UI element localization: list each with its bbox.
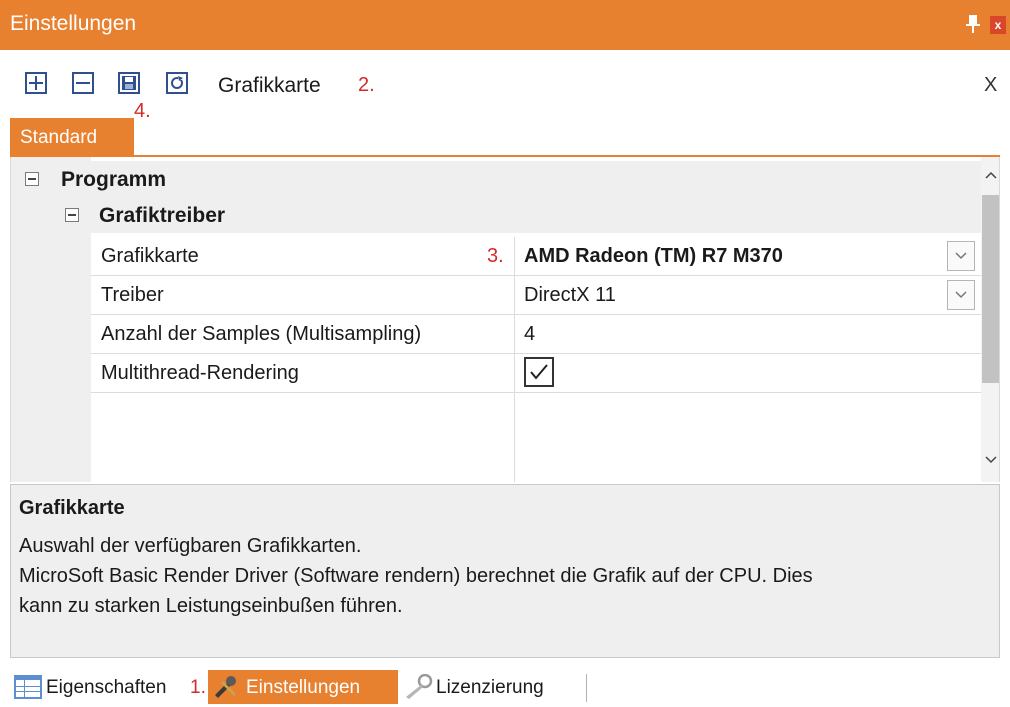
refresh-icon <box>171 76 184 89</box>
property-value[interactable]: DirectX 11 <box>524 284 616 307</box>
save-button[interactable] <box>118 72 140 94</box>
property-value[interactable]: 4 <box>524 323 535 346</box>
property-value[interactable]: AMD Radeon (TM) R7 M370 <box>524 245 783 268</box>
description-line: kann zu starken Leistungseinbußen führen… <box>19 595 403 617</box>
description-panel: Grafikkarte Auswahl der verfügbaren Graf… <box>10 484 1000 658</box>
annotation-4: 4. <box>134 100 151 122</box>
property-row-grafikkarte[interactable]: Grafikkarte 3. AMD Radeon (TM) R7 M370 <box>91 237 981 276</box>
scroll-thumb[interactable] <box>982 195 999 383</box>
reset-button[interactable] <box>166 72 188 94</box>
collapse-grafiktreiber-icon[interactable] <box>65 208 79 222</box>
chevron-down-icon <box>985 456 997 464</box>
category-row-programm[interactable]: Programm <box>11 161 981 197</box>
tab-separator <box>586 674 587 702</box>
column-separator <box>514 354 515 393</box>
bottom-tab-bar: Eigenschaften 1. Einstellungen Lizenzier… <box>0 662 1010 707</box>
collapse-programm-icon[interactable] <box>25 172 39 186</box>
checkmark-icon <box>530 364 548 380</box>
tab-standard[interactable]: Standard <box>10 118 134 156</box>
property-name: Treiber <box>101 284 164 306</box>
title-bar: Einstellungen x <box>0 0 1010 50</box>
chevron-down-icon <box>955 252 967 260</box>
properties-grid-icon <box>14 675 42 699</box>
floppy-disk-icon <box>122 76 136 90</box>
tab-label: Eigenschaften <box>46 677 167 698</box>
plus-box-icon <box>29 76 43 90</box>
property-row-samples[interactable]: Anzahl der Samples (Multisampling) 4 <box>91 315 981 354</box>
toolbar-close-button[interactable]: X <box>984 74 997 97</box>
property-row-multithread[interactable]: Multithread-Rendering <box>91 354 981 393</box>
tab-label: Lizenzierung <box>436 677 544 698</box>
tab-label: Einstellungen <box>246 677 361 698</box>
subcategory-label: Grafiktreiber <box>99 204 226 227</box>
vertical-scrollbar[interactable] <box>981 157 999 482</box>
column-separator <box>514 237 515 276</box>
dropdown-button[interactable] <box>947 241 975 271</box>
tab-eigenschaften[interactable]: Eigenschaften <box>14 670 194 704</box>
key-icon <box>406 674 433 699</box>
property-grid: Programm Grafiktreiber Grafikkarte 3. AM… <box>10 157 1000 482</box>
property-name: Multithread-Rendering <box>101 362 299 384</box>
toolbar: 4. Grafikkarte 2. X <box>0 50 1010 122</box>
window-title: Einstellungen <box>10 12 137 35</box>
pin-icon[interactable] <box>963 12 983 36</box>
property-name: Grafikkarte <box>101 245 199 267</box>
tab-einstellungen[interactable]: Einstellungen <box>208 670 398 704</box>
chevron-down-icon <box>955 291 967 299</box>
expand-all-button[interactable] <box>25 72 47 94</box>
close-window-button[interactable]: x <box>990 16 1006 34</box>
column-separator <box>514 315 515 354</box>
dropdown-button[interactable] <box>947 280 975 310</box>
column-separator <box>514 390 515 482</box>
tab-lizenzierung[interactable]: Lizenzierung <box>404 670 584 704</box>
column-separator <box>514 276 515 315</box>
tools-icon <box>215 676 236 698</box>
annotation-2: 2. <box>358 74 375 96</box>
description-line: Auswahl der verfügbaren Grafikkarten. <box>19 535 362 557</box>
description-line: MicroSoft Basic Render Driver (Software … <box>19 565 813 587</box>
scroll-up-button[interactable] <box>981 163 999 189</box>
category-row-grafiktreiber[interactable]: Grafiktreiber <box>11 197 981 233</box>
property-name: Anzahl der Samples (Multisampling) <box>101 323 422 345</box>
property-row-treiber[interactable]: Treiber DirectX 11 <box>91 276 981 315</box>
chevron-up-icon <box>985 171 997 179</box>
multithread-checkbox[interactable] <box>524 357 554 387</box>
category-label: Programm <box>61 168 167 191</box>
toolbar-title: Grafikkarte <box>218 74 321 97</box>
scroll-down-button[interactable] <box>981 447 999 473</box>
collapse-all-button[interactable] <box>72 72 94 94</box>
annotation-1: 1. <box>190 677 206 698</box>
description-title: Grafikkarte <box>19 497 125 519</box>
minus-box-icon <box>76 82 90 84</box>
annotation-3: 3. <box>487 245 504 267</box>
